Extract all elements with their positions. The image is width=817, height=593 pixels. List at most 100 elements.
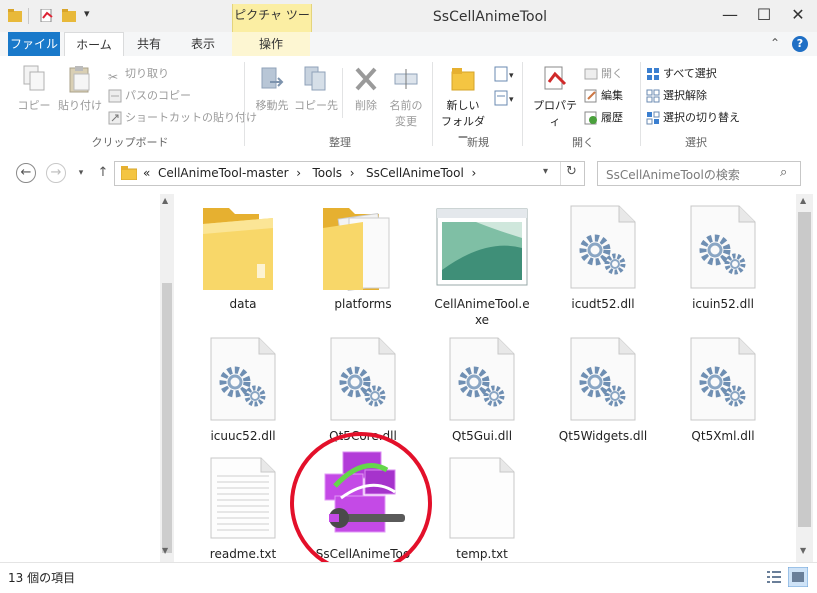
- copy-to-icon: [304, 66, 326, 91]
- paste-shortcut-button[interactable]: ショートカットの貼り付け: [108, 108, 257, 128]
- file-item-qt5gui-dll[interactable]: Qt5Gui.dll: [428, 330, 536, 450]
- delete-button[interactable]: 削除: [346, 64, 386, 113]
- new-folder-qat-icon[interactable]: [62, 9, 76, 22]
- ribbon-collapse-icon[interactable]: ⌃: [770, 36, 780, 50]
- breadcrumb-overflow[interactable]: «: [143, 166, 150, 180]
- up-arrow-icon[interactable]: ↑: [92, 162, 114, 184]
- easy-access-icon[interactable]: ▾: [494, 90, 516, 108]
- address-bar[interactable]: « CellAnimeTool-master › Tools › SsCellA…: [114, 161, 585, 186]
- file-item-icuuc52-dll[interactable]: icuuc52.dll: [189, 330, 297, 450]
- minimize-button[interactable]: —: [714, 0, 746, 32]
- nav-pane-scroll-thumb[interactable]: [162, 283, 172, 553]
- rename-label-2: 変更: [395, 115, 417, 128]
- breadcrumb-separator[interactable]: ›: [296, 166, 301, 180]
- copy-path-icon: [108, 89, 122, 103]
- copy-path-button[interactable]: パスのコピー: [108, 86, 191, 106]
- file-name: icuin52.dll: [692, 297, 754, 311]
- file-name: Qt5Widgets.dll: [558, 429, 648, 443]
- search-box[interactable]: SsCellAnimeToolの検索 ⌕: [597, 161, 801, 186]
- search-input[interactable]: SsCellAnimeToolの検索: [606, 166, 740, 183]
- file-item-qt5widgets-dll[interactable]: Qt5Widgets.dll: [549, 330, 657, 450]
- close-button[interactable]: ✕: [782, 0, 814, 32]
- file-item-icudt52-dll[interactable]: icudt52.dll: [549, 198, 657, 328]
- open-button[interactable]: 開く: [584, 64, 623, 84]
- file-item-qt5xml-dll[interactable]: Qt5Xml.dll: [669, 330, 777, 450]
- file-name: readme.txt: [209, 547, 277, 561]
- tab-manage[interactable]: 操作: [232, 32, 310, 56]
- nav-scroll-up-icon[interactable]: ▲: [162, 196, 168, 205]
- file-item-data[interactable]: data: [189, 198, 297, 328]
- breadcrumb-separator[interactable]: ›: [350, 166, 355, 180]
- recent-locations-icon[interactable]: ▾: [70, 162, 92, 184]
- file-item-cellanimetool-exe[interactable]: CellAnimeTool.e xe: [428, 198, 536, 328]
- file-item-icuin52-dll[interactable]: icuin52.dll: [669, 198, 777, 328]
- main-scroll-up-icon[interactable]: ▲: [800, 196, 806, 205]
- move-to-label: 移動先: [255, 99, 289, 112]
- tab-share[interactable]: 共有: [126, 32, 172, 56]
- help-icon[interactable]: ?: [792, 36, 808, 52]
- invert-selection-button[interactable]: 選択の切り替え: [646, 108, 740, 128]
- select-all-button[interactable]: すべて選択: [646, 64, 717, 84]
- history-icon: [584, 111, 597, 125]
- breadcrumb: « CellAnimeTool-master › Tools › SsCellA…: [143, 162, 476, 185]
- highlight-circle: [290, 432, 432, 574]
- properties-qat-icon[interactable]: [40, 9, 54, 22]
- dll-icon: [330, 337, 396, 421]
- address-dropdown-icon[interactable]: ▾: [543, 166, 548, 177]
- nav-scroll-down-icon[interactable]: ▼: [162, 546, 168, 555]
- move-to-button[interactable]: 移動先: [250, 64, 294, 113]
- properties-label: プロパティ: [533, 99, 577, 128]
- tab-home[interactable]: ホーム: [64, 32, 124, 57]
- status-bar: 13 個の項目: [0, 562, 817, 593]
- history-label: 履歴: [601, 111, 623, 124]
- details-view-icon[interactable]: [766, 569, 782, 585]
- copy-icon: [23, 65, 45, 91]
- new-folder-button[interactable]: 新しい フォルダー: [438, 64, 488, 145]
- edit-label: 編集: [601, 89, 623, 102]
- ribbon: コピー 貼り付け ✂ 切り取り パスのコピー ショートカットの貼り付け クリップボ…: [0, 56, 817, 151]
- file-item-platforms[interactable]: platforms: [309, 198, 417, 328]
- cut-button[interactable]: ✂ 切り取り: [108, 64, 169, 84]
- explorer-folder-icon[interactable]: [8, 9, 22, 22]
- breadcrumb-sscellanimetool[interactable]: SsCellAnimeTool: [366, 166, 464, 180]
- copy-button[interactable]: コピー: [12, 64, 56, 113]
- breadcrumb-separator[interactable]: ›: [471, 166, 476, 180]
- refresh-icon[interactable]: ↻: [566, 164, 577, 179]
- dll-icon: [449, 337, 515, 421]
- select-all-label: すべて選択: [663, 67, 717, 80]
- properties-button[interactable]: プロパティ: [528, 64, 582, 129]
- file-name: CellAnimeTool.e xe: [434, 297, 530, 327]
- back-arrow-icon[interactable]: ←: [16, 163, 36, 183]
- tab-view[interactable]: 表示: [178, 32, 228, 56]
- breadcrumb-tools[interactable]: Tools: [313, 166, 343, 180]
- qat-customize-icon[interactable]: ▾: [84, 7, 90, 20]
- open-icon: [584, 68, 598, 80]
- edit-button[interactable]: 編集: [584, 86, 623, 106]
- paste-label: 貼り付け: [58, 99, 102, 112]
- large-icons-view-icon[interactable]: [788, 567, 808, 587]
- main-scroll-thumb[interactable]: [798, 212, 811, 527]
- select-all-icon: [647, 68, 659, 80]
- file-item-readme-txt[interactable]: readme.txt: [189, 448, 297, 562]
- maximize-button[interactable]: ☐: [748, 0, 780, 32]
- address-folder-icon: [121, 166, 137, 180]
- clipboard-icon: [69, 66, 90, 93]
- paste-shortcut-icon: [108, 111, 122, 125]
- new-item-icon[interactable]: ▾: [494, 66, 516, 84]
- copy-path-label: パスのコピー: [125, 89, 191, 102]
- rename-icon: [394, 69, 418, 89]
- forward-arrow-icon[interactable]: →: [46, 163, 66, 183]
- paste-button[interactable]: 貼り付け: [56, 64, 104, 113]
- file-item-temp-txt[interactable]: temp.txt: [428, 448, 536, 562]
- search-icon[interactable]: ⌕: [780, 165, 787, 180]
- select-none-button[interactable]: 選択解除: [646, 86, 707, 106]
- delete-x-icon: [355, 67, 377, 91]
- main-scroll-down-icon[interactable]: ▼: [800, 546, 806, 555]
- open-label: 開く: [601, 67, 623, 80]
- copy-to-button[interactable]: コピー先: [294, 64, 338, 113]
- history-button[interactable]: 履歴: [584, 108, 623, 128]
- tab-file[interactable]: ファイル: [8, 32, 60, 56]
- breadcrumb-cellanimetool-master[interactable]: CellAnimeTool-master: [158, 166, 289, 180]
- rename-button[interactable]: 名前の 変更: [386, 64, 426, 129]
- address-divider: [560, 162, 561, 185]
